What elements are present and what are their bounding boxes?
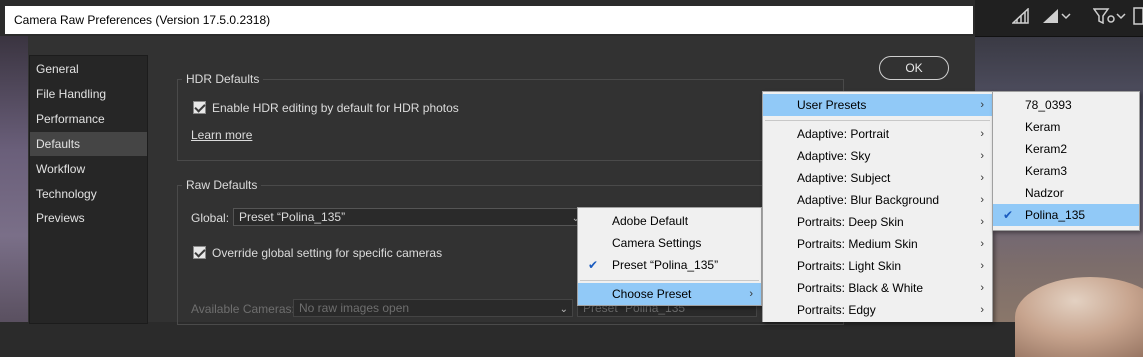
- dialog-title: Camera Raw Preferences (Version 17.5.0.2…: [14, 13, 271, 27]
- preset-groups-menu: User Presets › Adaptive: Portrait › Adap…: [762, 91, 993, 322]
- menu-item-portraits-edgy[interactable]: Portraits: Edgy ›: [763, 299, 992, 321]
- menu-item-adaptive-subject[interactable]: Adaptive: Subject ›: [763, 167, 992, 189]
- menu-item-polina-135[interactable]: ✔ Polina_135: [993, 204, 1139, 226]
- menu-item-label: Keram: [1025, 120, 1061, 134]
- hdr-defaults-group: [177, 79, 844, 161]
- menu-item-portraits-medium-skin[interactable]: Portraits: Medium Skin ›: [763, 233, 992, 255]
- override-cameras-label: Override global setting for specific cam…: [212, 246, 443, 260]
- chevron-right-icon: ›: [980, 99, 984, 111]
- chevron-right-icon: ›: [749, 288, 753, 300]
- sidebar-item-general[interactable]: General: [30, 57, 147, 81]
- menu-item-keram2[interactable]: Keram2: [993, 138, 1139, 160]
- menu-item-nadzor[interactable]: Nadzor: [993, 182, 1139, 204]
- menu-item-label: Portraits: Light Skin: [797, 259, 902, 273]
- menu-item-choose-preset[interactable]: Choose Preset ›: [578, 283, 761, 305]
- menu-item-label: Adaptive: Sky: [797, 149, 871, 163]
- menu-item-label: Choose Preset: [612, 287, 692, 301]
- more-icon[interactable]: [1133, 6, 1143, 26]
- menu-item-label: Adaptive: Blur Background: [797, 193, 940, 207]
- background-photo-left: [0, 36, 28, 322]
- menu-item-label: Portraits: Edgy: [797, 303, 876, 317]
- sidebar-item-file-handling[interactable]: File Handling: [30, 82, 147, 106]
- checkmark-icon: ✔: [588, 258, 599, 272]
- chevron-right-icon: ›: [980, 150, 984, 162]
- chevron-right-icon: ›: [980, 238, 984, 250]
- menu-item-label: 78_0393: [1025, 98, 1072, 112]
- sidebar-item-workflow[interactable]: Workflow: [30, 157, 147, 181]
- menu-item-label: Portraits: Medium Skin: [797, 237, 918, 251]
- menu-item-adaptive-blur-background[interactable]: Adaptive: Blur Background ›: [763, 189, 992, 211]
- global-label: Global:: [191, 211, 230, 225]
- ok-button[interactable]: OK: [879, 56, 949, 80]
- menu-item-preset-polina[interactable]: ✔ Preset “Polina_135”: [578, 254, 761, 276]
- menu-item-label: Portraits: Black & White: [797, 281, 924, 295]
- global-preset-value: Preset “Polina_135”: [239, 210, 346, 224]
- chevron-right-icon: ›: [980, 216, 984, 228]
- menu-separator: [580, 280, 759, 281]
- menu-item-label: Polina_135: [1025, 208, 1086, 222]
- available-cameras-label: Available Cameras:: [191, 302, 295, 316]
- photo-rock: [1015, 277, 1143, 357]
- sidebar-item-technology-previews[interactable]: Technology Previews: [30, 182, 147, 225]
- chevron-right-icon: ›: [980, 172, 984, 184]
- chevron-down-icon: ⌄: [559, 304, 568, 315]
- menu-item-adobe-default[interactable]: Adobe Default: [578, 210, 761, 232]
- raw-defaults-title: Raw Defaults: [182, 178, 262, 192]
- menu-item-label: Camera Settings: [612, 236, 702, 250]
- user-presets-menu: 78_0393 Keram Keram2 Keram3 Nadzor ✔ Pol…: [992, 91, 1140, 231]
- menu-item-adaptive-portrait[interactable]: Adaptive: Portrait ›: [763, 123, 992, 145]
- menu-item-label: Portraits: Deep Skin: [797, 215, 904, 229]
- menu-separator: [765, 120, 990, 121]
- menu-item-78-0393[interactable]: 78_0393: [993, 94, 1139, 116]
- available-cameras-value: No raw images open: [299, 301, 410, 315]
- menu-item-label: Adaptive: Subject: [797, 171, 891, 185]
- menu-item-label: Nadzor: [1025, 186, 1064, 200]
- menu-item-keram[interactable]: Keram: [993, 116, 1139, 138]
- learn-more-link[interactable]: Learn more: [191, 128, 252, 142]
- dialog-titlebar[interactable]: Camera Raw Preferences (Version 17.5.0.2…: [5, 6, 973, 34]
- menu-item-camera-settings[interactable]: Camera Settings: [578, 232, 761, 254]
- menu-item-label: User Presets: [797, 98, 867, 112]
- sidebar-item-defaults[interactable]: Defaults: [30, 132, 147, 156]
- checkmark-icon: ✔: [1003, 208, 1014, 222]
- sidebar-item-performance[interactable]: Performance: [30, 107, 147, 131]
- hdr-defaults-title: HDR Defaults: [182, 72, 264, 86]
- global-preset-select[interactable]: Preset “Polina_135” ⌄: [233, 208, 585, 226]
- menu-item-label: Keram2: [1025, 142, 1068, 156]
- chevron-right-icon: ›: [980, 194, 984, 206]
- filter-dropdown-icon[interactable]: [1092, 8, 1127, 28]
- menu-item-keram3[interactable]: Keram3: [993, 160, 1139, 182]
- menu-item-adaptive-sky[interactable]: Adaptive: Sky ›: [763, 145, 992, 167]
- menu-item-portraits-black-white[interactable]: Portraits: Black & White ›: [763, 277, 992, 299]
- available-cameras-select[interactable]: No raw images open ⌄: [293, 299, 573, 317]
- menu-item-label: Preset “Polina_135”: [612, 258, 719, 272]
- menu-item-portraits-light-skin[interactable]: Portraits: Light Skin ›: [763, 255, 992, 277]
- chevron-right-icon: ›: [980, 304, 984, 316]
- chevron-right-icon: ›: [980, 282, 984, 294]
- chevron-right-icon: ›: [980, 128, 984, 140]
- signal-bars-dropdown-icon[interactable]: [1042, 8, 1072, 28]
- menu-item-label: Adaptive: Portrait: [797, 127, 890, 141]
- signal-bars-icon[interactable]: [1011, 7, 1030, 28]
- chevron-right-icon: ›: [980, 260, 984, 272]
- menu-item-portraits-deep-skin[interactable]: Portraits: Deep Skin ›: [763, 211, 992, 233]
- background-toolbar: [975, 0, 1143, 37]
- menu-item-user-presets[interactable]: User Presets ›: [763, 94, 992, 116]
- override-cameras-checkbox[interactable]: [193, 246, 206, 259]
- enable-hdr-label: Enable HDR editing by default for HDR ph…: [212, 101, 459, 115]
- preset-context-menu: Adobe Default Camera Settings ✔ Preset “…: [577, 207, 762, 306]
- menu-item-label: Adobe Default: [612, 214, 689, 228]
- preferences-sidebar: General File Handling Performance Defaul…: [29, 55, 148, 324]
- enable-hdr-checkbox[interactable]: [193, 101, 206, 114]
- menu-item-label: Keram3: [1025, 164, 1068, 178]
